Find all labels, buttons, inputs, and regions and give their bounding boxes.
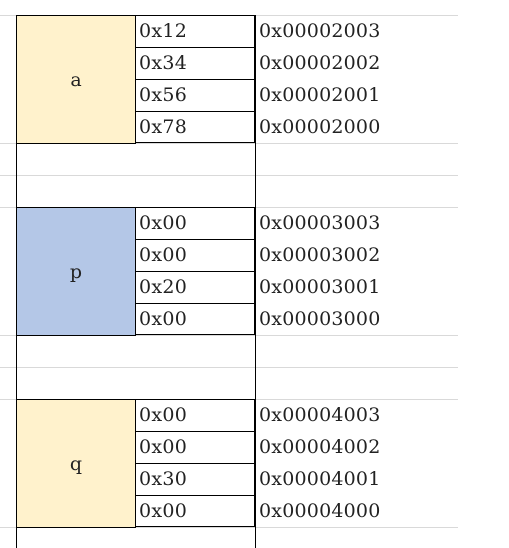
- byte-value: 0x00: [139, 212, 188, 234]
- byte-cell[interactable]: 0x20: [135, 271, 255, 303]
- address-cell[interactable]: 0x00003001: [259, 276, 381, 298]
- address-cell[interactable]: 0x00004003: [259, 404, 381, 426]
- memory-block-p: p 0x00 0x00 0x20 0x00: [16, 207, 255, 336]
- byte-cell[interactable]: 0x34: [135, 47, 255, 79]
- byte-value: 0x00: [139, 500, 188, 522]
- address-cell[interactable]: 0x00004000: [259, 500, 381, 522]
- address-cell[interactable]: 0x00004002: [259, 436, 381, 458]
- byte-value: 0x78: [139, 116, 188, 138]
- byte-value: 0x12: [139, 20, 188, 42]
- variable-name-cell[interactable]: p: [16, 207, 136, 336]
- byte-value: 0x56: [139, 84, 188, 106]
- byte-cell[interactable]: 0x00: [135, 399, 255, 431]
- byte-cell[interactable]: 0x00: [135, 431, 255, 463]
- byte-cell[interactable]: 0x12: [135, 15, 255, 47]
- byte-value: 0x00: [139, 436, 188, 458]
- address-cell[interactable]: 0x00002002: [259, 52, 381, 74]
- address-cell[interactable]: 0x00003000: [259, 308, 381, 330]
- address-cell[interactable]: 0x00003002: [259, 244, 381, 266]
- memory-block-q: q 0x00 0x00 0x30 0x00: [16, 399, 255, 528]
- byte-value: 0x34: [139, 52, 188, 74]
- gridline: [0, 175, 458, 176]
- byte-cell[interactable]: 0x56: [135, 79, 255, 111]
- byte-value: 0x30: [139, 468, 188, 490]
- column-divider: [255, 15, 256, 548]
- byte-cell[interactable]: 0x30: [135, 463, 255, 495]
- address-cell[interactable]: 0x00004001: [259, 468, 381, 490]
- address-cell[interactable]: 0x00002000: [259, 116, 381, 138]
- byte-value: 0x00: [139, 308, 188, 330]
- byte-cell[interactable]: 0x00: [135, 207, 255, 239]
- byte-cell[interactable]: 0x00: [135, 239, 255, 271]
- byte-cell[interactable]: 0x00: [135, 495, 255, 527]
- address-cell[interactable]: 0x00003003: [259, 212, 381, 234]
- byte-cell[interactable]: 0x78: [135, 111, 255, 143]
- spreadsheet-sheet: a 0x12 0x34 0x56 0x78 0x00002003 0x00002…: [0, 0, 509, 548]
- variable-name-cell[interactable]: q: [16, 399, 136, 528]
- byte-value: 0x00: [139, 244, 188, 266]
- address-cell[interactable]: 0x00002001: [259, 84, 381, 106]
- variable-name-cell[interactable]: a: [16, 15, 136, 144]
- memory-block-a: a 0x12 0x34 0x56 0x78: [16, 15, 255, 144]
- address-cell[interactable]: 0x00002003: [259, 20, 381, 42]
- gridline: [0, 367, 458, 368]
- byte-cell[interactable]: 0x00: [135, 303, 255, 335]
- byte-value: 0x20: [139, 276, 188, 298]
- byte-value: 0x00: [139, 404, 188, 426]
